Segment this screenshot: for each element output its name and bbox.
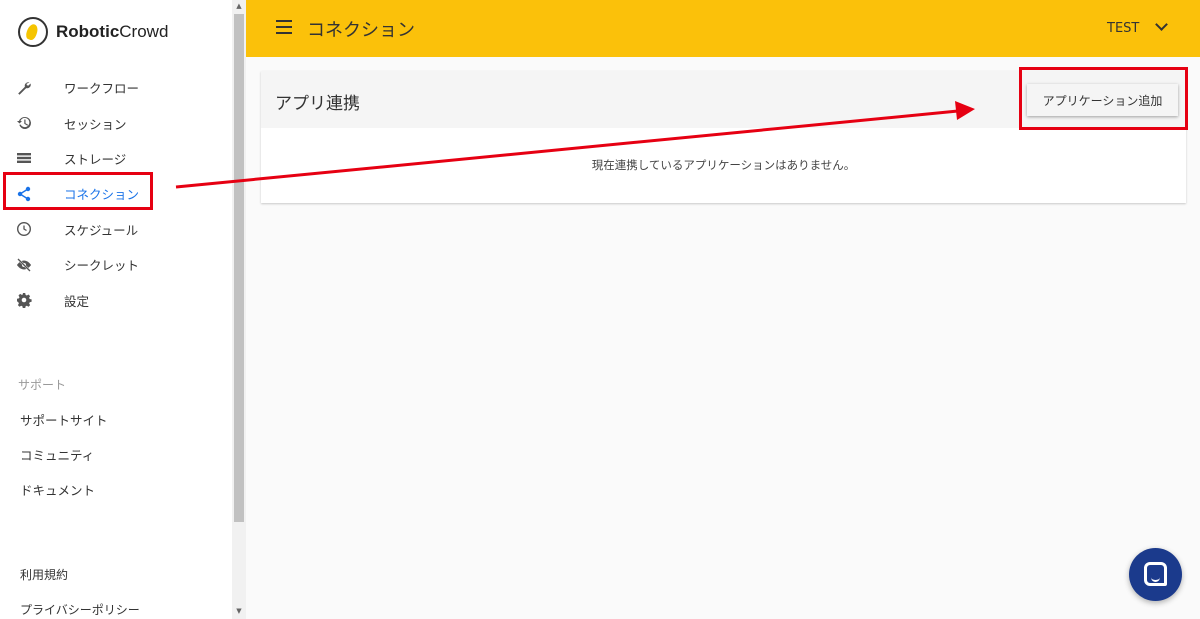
empty-state-message: 現在連携しているアプリケーションはありません。 [591,158,856,172]
sidebar-item-label: スケジュール [64,222,139,238]
sidebar-item-session[interactable]: セッション [0,105,232,140]
history-icon [15,114,33,132]
chevron-down-icon[interactable] [1154,19,1168,33]
top-app-bar: コネクション TEST [246,0,1200,57]
sidebar-item-settings[interactable]: 設定 [0,282,232,317]
logo[interactable]: RoboticCrowd [18,16,168,48]
sidebar-item-label: ワークフロー [64,81,140,97]
sidebar-item-storage[interactable]: ストレージ [0,141,232,176]
wrench-icon [15,79,33,97]
page-title: コネクション [307,20,415,41]
documents-link[interactable]: ドキュメント [20,480,95,499]
support-site-link[interactable]: サポートサイト [20,410,108,429]
sidebar-item-secret[interactable]: シークレット [0,247,232,282]
sidebar-scrollbar[interactable]: ▲ ▼ [232,0,246,619]
privacy-policy-link[interactable]: プライバシーポリシー [20,601,140,618]
sidebar-item-schedule[interactable]: スケジュール [0,212,232,247]
gear-icon [15,291,33,309]
logo-mark-icon [18,17,48,47]
annotation-highlight-connection [3,172,153,210]
chat-icon [1144,562,1167,586]
support-section-title: サポート [18,378,67,392]
sidebar: RoboticCrowd ワークフロー セッション ストレージ コネクション ス… [0,0,232,619]
community-link[interactable]: コミュニティ [20,445,94,464]
eye-off-icon [15,256,33,274]
annotation-highlight-add-button [1019,67,1188,130]
sidebar-item-label: 設定 [64,293,90,309]
terms-link[interactable]: 利用規約 [20,566,68,583]
user-menu-name[interactable]: TEST [1107,21,1139,36]
scroll-thumb[interactable] [234,14,244,522]
scroll-down-arrow-icon[interactable]: ▼ [232,605,246,617]
sidebar-item-label: セッション [64,116,127,132]
hamburger-menu-icon[interactable] [276,20,292,34]
scroll-up-arrow-icon[interactable]: ▲ [232,0,246,12]
logo-text: RoboticCrowd [56,22,169,41]
chat-launcher-button[interactable] [1129,548,1182,601]
sidebar-item-workflow[interactable]: ワークフロー [0,70,232,105]
clock-icon [15,220,33,238]
list-icon [15,149,33,167]
card-title: アプリ連携 [275,94,360,114]
sidebar-item-label: ストレージ [64,151,127,167]
sidebar-item-label: シークレット [64,258,140,274]
